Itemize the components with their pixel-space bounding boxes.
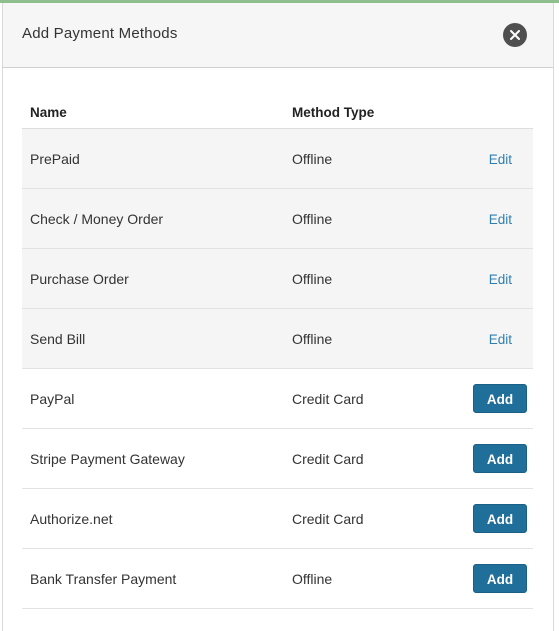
table-row: Stripe Payment Gateway Credit Card Add: [22, 428, 533, 489]
table-row: Purchase Order Offline Edit: [22, 248, 533, 309]
table-row: Send Bill Offline Edit: [22, 308, 533, 369]
payment-method-name: Bank Transfer Payment: [22, 548, 284, 609]
add-button[interactable]: Add: [473, 384, 527, 413]
edit-link[interactable]: Edit: [489, 272, 512, 287]
edit-link[interactable]: Edit: [489, 212, 512, 227]
payment-method-action-cell: Edit: [462, 188, 533, 249]
table-body: PrePaid Offline Edit Check / Money Order Off…: [22, 128, 533, 609]
column-header-name: Name: [22, 96, 284, 129]
payment-method-name: Purchase Order: [22, 248, 284, 309]
payment-methods-modal: Add Payment Methods Name Method Type Pre…: [2, 3, 554, 631]
payment-method-type: Credit Card: [284, 488, 462, 549]
close-icon: [510, 30, 520, 40]
modal-title: Add Payment Methods: [22, 25, 178, 42]
close-button[interactable]: [503, 23, 527, 47]
table-row: Bank Transfer Payment Offline Add: [22, 548, 533, 609]
payment-method-name: Authorize.net: [22, 488, 284, 549]
payment-method-action-cell: Edit: [462, 128, 533, 189]
payment-method-name: PrePaid: [22, 128, 284, 189]
modal-header: Add Payment Methods: [3, 3, 553, 68]
edit-link[interactable]: Edit: [489, 332, 512, 347]
payment-method-action-cell: Add: [462, 548, 533, 609]
payment-method-type: Offline: [284, 548, 462, 609]
table-row: PrePaid Offline Edit: [22, 128, 533, 189]
payment-method-type: Offline: [284, 188, 462, 249]
column-header-action: [462, 96, 533, 129]
payment-method-name: Stripe Payment Gateway: [22, 428, 284, 489]
add-button[interactable]: Add: [473, 564, 527, 593]
payment-method-name: Check / Money Order: [22, 188, 284, 249]
payment-method-action-cell: Add: [462, 428, 533, 489]
table-row: Check / Money Order Offline Edit: [22, 188, 533, 249]
payment-method-type: Credit Card: [284, 428, 462, 489]
table-header-row: Name Method Type: [22, 96, 533, 129]
payment-methods-table-wrap: Name Method Type PrePaid Offline Edit Check…: [22, 96, 533, 609]
payment-method-name: PayPal: [22, 368, 284, 429]
payment-method-action-cell: Edit: [462, 248, 533, 309]
payment-method-action-cell: Edit: [462, 308, 533, 369]
add-button[interactable]: Add: [473, 444, 527, 473]
column-header-method-type: Method Type: [284, 96, 462, 129]
payment-method-type: Offline: [284, 308, 462, 369]
edit-link[interactable]: Edit: [489, 152, 512, 167]
table-row: PayPal Credit Card Add: [22, 368, 533, 429]
payment-method-type: Credit Card: [284, 368, 462, 429]
payment-method-type: Offline: [284, 128, 462, 189]
payment-method-type: Offline: [284, 248, 462, 309]
payment-method-action-cell: Add: [462, 488, 533, 549]
payment-methods-table: Name Method Type PrePaid Offline Edit Check…: [22, 96, 533, 609]
add-button[interactable]: Add: [473, 504, 527, 533]
payment-method-action-cell: Add: [462, 368, 533, 429]
payment-method-name: Send Bill: [22, 308, 284, 369]
table-row: Authorize.net Credit Card Add: [22, 488, 533, 549]
